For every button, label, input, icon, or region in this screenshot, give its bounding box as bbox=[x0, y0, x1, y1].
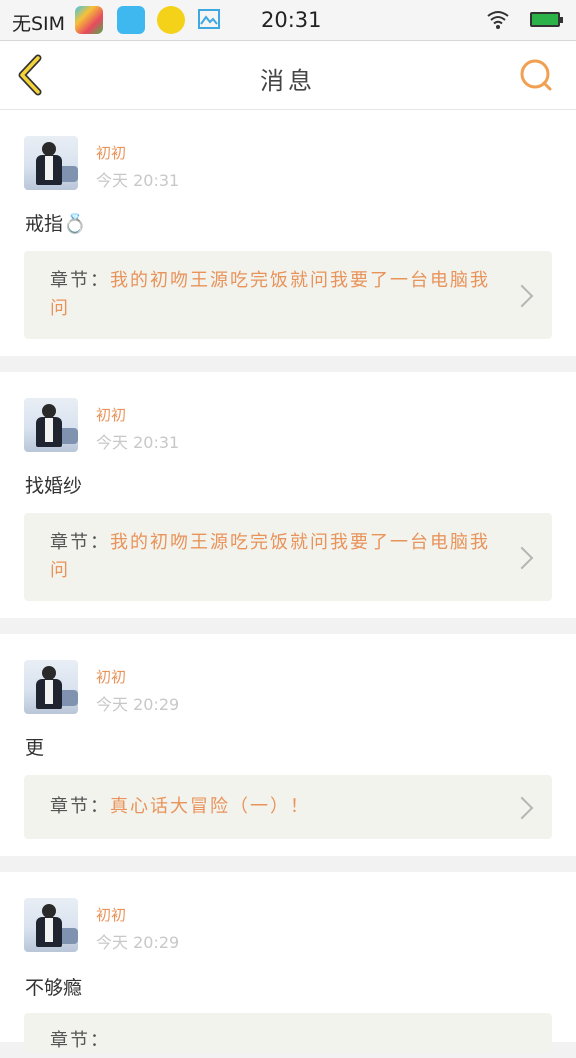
avatar[interactable] bbox=[24, 898, 78, 952]
battery-icon bbox=[530, 12, 563, 27]
gallery-app-icon bbox=[198, 9, 220, 33]
comment-text: 找婚纱 bbox=[25, 475, 83, 497]
username[interactable]: 初初 bbox=[96, 904, 126, 925]
chapter-link[interactable]: 章节：我的初吻王源吃完饭就问我要了一台电脑我问 bbox=[24, 251, 552, 339]
wifi-icon bbox=[486, 9, 510, 33]
chapter-title: 真心话大冒险（一）！ bbox=[110, 796, 310, 817]
chevron-right-icon bbox=[510, 284, 534, 308]
chapter-label: 章节： bbox=[50, 796, 110, 817]
comment-text: 不够瘾 bbox=[25, 977, 83, 999]
clock: 20:31 bbox=[261, 8, 322, 32]
timestamp: 今天 20:29 bbox=[96, 695, 180, 714]
chapter-label: 章节： bbox=[50, 532, 110, 553]
chapter-title: 我的初吻王源吃完饭就问我要了一台电脑我问 bbox=[50, 532, 490, 581]
search-button[interactable] bbox=[518, 57, 554, 93]
shop-app-icon bbox=[117, 6, 145, 34]
avatar[interactable] bbox=[24, 398, 78, 452]
timestamp: 今天 20:29 bbox=[96, 933, 180, 952]
chapter-text: 章节：真心话大冒险（一）！ bbox=[50, 793, 500, 821]
music-app-icon bbox=[157, 6, 185, 34]
store-app-icon bbox=[75, 6, 103, 34]
chapter-label: 章节： bbox=[50, 1030, 110, 1051]
message-card: 初初 今天 20:29 不够瘾 章节： bbox=[0, 872, 576, 1053]
username[interactable]: 初初 bbox=[96, 666, 126, 687]
page-title: 消息 bbox=[260, 67, 316, 95]
avatar[interactable] bbox=[24, 660, 78, 714]
header: 消息 bbox=[0, 41, 576, 110]
chevron-right-icon bbox=[510, 796, 534, 820]
timestamp: 今天 20:31 bbox=[96, 433, 180, 452]
message-card: 初初 今天 20:31 找婚纱 章节：我的初吻王源吃完饭就问我要了一台电脑我问 bbox=[0, 372, 576, 618]
timestamp: 今天 20:31 bbox=[96, 171, 180, 190]
avatar[interactable] bbox=[24, 136, 78, 190]
chapter-title: 我的初吻王源吃完饭就问我要了一台电脑我问 bbox=[50, 270, 490, 319]
message-list: 初初 今天 20:31 戒指💍 章节：我的初吻王源吃完饭就问我要了一台电脑我问 … bbox=[0, 110, 576, 1058]
carrier-label: 无SIM bbox=[12, 13, 66, 35]
message-card: 初初 今天 20:31 戒指💍 章节：我的初吻王源吃完饭就问我要了一台电脑我问 bbox=[0, 110, 576, 356]
status-bar: 无SIM 20:31 bbox=[0, 0, 576, 41]
chevron-right-icon bbox=[510, 546, 534, 570]
chapter-text: 章节：我的初吻王源吃完饭就问我要了一台电脑我问 bbox=[50, 267, 500, 323]
comment-text: 戒指💍 bbox=[25, 213, 87, 235]
chapter-link[interactable]: 章节：我的初吻王源吃完饭就问我要了一台电脑我问 bbox=[24, 513, 552, 601]
search-icon bbox=[520, 59, 552, 91]
chapter-link[interactable]: 章节： bbox=[24, 1013, 552, 1053]
chapter-link[interactable]: 章节：真心话大冒险（一）！ bbox=[24, 775, 552, 839]
username[interactable]: 初初 bbox=[96, 404, 126, 425]
chapter-text: 章节：我的初吻王源吃完饭就问我要了一台电脑我问 bbox=[50, 529, 500, 585]
comment-text: 更 bbox=[25, 737, 45, 759]
username[interactable]: 初初 bbox=[96, 142, 126, 163]
chapter-text: 章节： bbox=[50, 1027, 500, 1055]
chapter-label: 章节： bbox=[50, 270, 110, 291]
message-card: 初初 今天 20:29 更 章节：真心话大冒险（一）！ bbox=[0, 634, 576, 856]
